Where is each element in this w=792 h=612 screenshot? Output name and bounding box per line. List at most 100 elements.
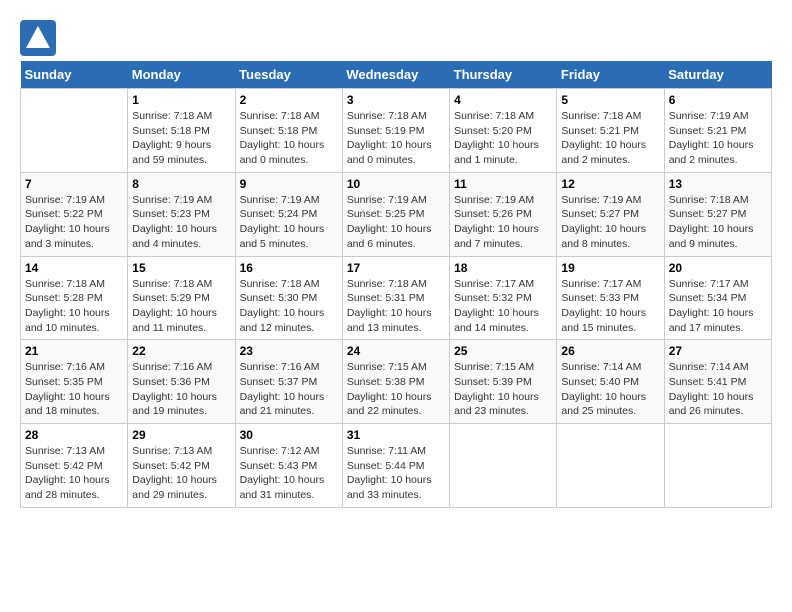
day-info: Sunrise: 7:18 AMSunset: 5:18 PMDaylight:… — [240, 109, 338, 168]
day-number: 15 — [132, 261, 230, 275]
day-info: Sunrise: 7:19 AMSunset: 5:22 PMDaylight:… — [25, 193, 123, 252]
day-info: Sunrise: 7:16 AMSunset: 5:35 PMDaylight:… — [25, 360, 123, 419]
calendar-cell — [664, 424, 771, 508]
logo-icon — [20, 20, 56, 56]
calendar-cell: 17 Sunrise: 7:18 AMSunset: 5:31 PMDaylig… — [342, 256, 449, 340]
calendar-cell: 25 Sunrise: 7:15 AMSunset: 5:39 PMDaylig… — [450, 340, 557, 424]
weekday-header-monday: Monday — [128, 61, 235, 89]
calendar-cell: 18 Sunrise: 7:17 AMSunset: 5:32 PMDaylig… — [450, 256, 557, 340]
day-number: 19 — [561, 261, 659, 275]
calendar-cell: 11 Sunrise: 7:19 AMSunset: 5:26 PMDaylig… — [450, 172, 557, 256]
day-info: Sunrise: 7:17 AMSunset: 5:34 PMDaylight:… — [669, 277, 767, 336]
day-number: 3 — [347, 93, 445, 107]
day-number: 22 — [132, 344, 230, 358]
calendar-cell: 8 Sunrise: 7:19 AMSunset: 5:23 PMDayligh… — [128, 172, 235, 256]
day-info: Sunrise: 7:16 AMSunset: 5:36 PMDaylight:… — [132, 360, 230, 419]
day-info: Sunrise: 7:19 AMSunset: 5:24 PMDaylight:… — [240, 193, 338, 252]
day-number: 10 — [347, 177, 445, 191]
day-number: 18 — [454, 261, 552, 275]
logo — [20, 20, 60, 61]
day-number: 31 — [347, 428, 445, 442]
calendar-cell: 23 Sunrise: 7:16 AMSunset: 5:37 PMDaylig… — [235, 340, 342, 424]
day-number: 26 — [561, 344, 659, 358]
day-info: Sunrise: 7:16 AMSunset: 5:37 PMDaylight:… — [240, 360, 338, 419]
calendar-cell: 12 Sunrise: 7:19 AMSunset: 5:27 PMDaylig… — [557, 172, 664, 256]
week-row-0: 1 Sunrise: 7:18 AMSunset: 5:18 PMDayligh… — [21, 89, 772, 173]
day-number: 17 — [347, 261, 445, 275]
day-info: Sunrise: 7:18 AMSunset: 5:28 PMDaylight:… — [25, 277, 123, 336]
day-info: Sunrise: 7:19 AMSunset: 5:23 PMDaylight:… — [132, 193, 230, 252]
day-number: 7 — [25, 177, 123, 191]
day-info: Sunrise: 7:19 AMSunset: 5:26 PMDaylight:… — [454, 193, 552, 252]
calendar-cell: 7 Sunrise: 7:19 AMSunset: 5:22 PMDayligh… — [21, 172, 128, 256]
day-info: Sunrise: 7:18 AMSunset: 5:30 PMDaylight:… — [240, 277, 338, 336]
calendar-cell: 13 Sunrise: 7:18 AMSunset: 5:27 PMDaylig… — [664, 172, 771, 256]
day-info: Sunrise: 7:11 AMSunset: 5:44 PMDaylight:… — [347, 444, 445, 503]
day-info: Sunrise: 7:19 AMSunset: 5:21 PMDaylight:… — [669, 109, 767, 168]
calendar-cell: 22 Sunrise: 7:16 AMSunset: 5:36 PMDaylig… — [128, 340, 235, 424]
calendar-cell: 3 Sunrise: 7:18 AMSunset: 5:19 PMDayligh… — [342, 89, 449, 173]
calendar-cell: 14 Sunrise: 7:18 AMSunset: 5:28 PMDaylig… — [21, 256, 128, 340]
day-number: 25 — [454, 344, 552, 358]
calendar: SundayMondayTuesdayWednesdayThursdayFrid… — [20, 61, 772, 508]
calendar-cell: 5 Sunrise: 7:18 AMSunset: 5:21 PMDayligh… — [557, 89, 664, 173]
day-number: 5 — [561, 93, 659, 107]
calendar-cell: 20 Sunrise: 7:17 AMSunset: 5:34 PMDaylig… — [664, 256, 771, 340]
calendar-cell: 31 Sunrise: 7:11 AMSunset: 5:44 PMDaylig… — [342, 424, 449, 508]
day-number: 4 — [454, 93, 552, 107]
day-info: Sunrise: 7:19 AMSunset: 5:25 PMDaylight:… — [347, 193, 445, 252]
day-number: 27 — [669, 344, 767, 358]
day-info: Sunrise: 7:18 AMSunset: 5:18 PMDaylight:… — [132, 109, 230, 168]
day-info: Sunrise: 7:13 AMSunset: 5:42 PMDaylight:… — [25, 444, 123, 503]
weekday-header-saturday: Saturday — [664, 61, 771, 89]
calendar-cell: 24 Sunrise: 7:15 AMSunset: 5:38 PMDaylig… — [342, 340, 449, 424]
day-number: 28 — [25, 428, 123, 442]
day-info: Sunrise: 7:12 AMSunset: 5:43 PMDaylight:… — [240, 444, 338, 503]
day-info: Sunrise: 7:13 AMSunset: 5:42 PMDaylight:… — [132, 444, 230, 503]
calendar-cell: 27 Sunrise: 7:14 AMSunset: 5:41 PMDaylig… — [664, 340, 771, 424]
calendar-cell: 15 Sunrise: 7:18 AMSunset: 5:29 PMDaylig… — [128, 256, 235, 340]
calendar-cell: 10 Sunrise: 7:19 AMSunset: 5:25 PMDaylig… — [342, 172, 449, 256]
weekday-header-friday: Friday — [557, 61, 664, 89]
weekday-header-wednesday: Wednesday — [342, 61, 449, 89]
calendar-cell: 30 Sunrise: 7:12 AMSunset: 5:43 PMDaylig… — [235, 424, 342, 508]
day-number: 13 — [669, 177, 767, 191]
day-info: Sunrise: 7:18 AMSunset: 5:21 PMDaylight:… — [561, 109, 659, 168]
day-info: Sunrise: 7:15 AMSunset: 5:38 PMDaylight:… — [347, 360, 445, 419]
day-number: 30 — [240, 428, 338, 442]
day-number: 9 — [240, 177, 338, 191]
day-number: 14 — [25, 261, 123, 275]
week-row-2: 14 Sunrise: 7:18 AMSunset: 5:28 PMDaylig… — [21, 256, 772, 340]
calendar-cell: 21 Sunrise: 7:16 AMSunset: 5:35 PMDaylig… — [21, 340, 128, 424]
week-row-3: 21 Sunrise: 7:16 AMSunset: 5:35 PMDaylig… — [21, 340, 772, 424]
day-info: Sunrise: 7:19 AMSunset: 5:27 PMDaylight:… — [561, 193, 659, 252]
day-info: Sunrise: 7:14 AMSunset: 5:41 PMDaylight:… — [669, 360, 767, 419]
calendar-cell: 6 Sunrise: 7:19 AMSunset: 5:21 PMDayligh… — [664, 89, 771, 173]
day-info: Sunrise: 7:17 AMSunset: 5:33 PMDaylight:… — [561, 277, 659, 336]
day-number: 8 — [132, 177, 230, 191]
day-info: Sunrise: 7:18 AMSunset: 5:31 PMDaylight:… — [347, 277, 445, 336]
day-number: 2 — [240, 93, 338, 107]
calendar-cell: 28 Sunrise: 7:13 AMSunset: 5:42 PMDaylig… — [21, 424, 128, 508]
calendar-cell: 26 Sunrise: 7:14 AMSunset: 5:40 PMDaylig… — [557, 340, 664, 424]
day-number: 6 — [669, 93, 767, 107]
day-number: 1 — [132, 93, 230, 107]
calendar-cell — [21, 89, 128, 173]
week-row-1: 7 Sunrise: 7:19 AMSunset: 5:22 PMDayligh… — [21, 172, 772, 256]
calendar-cell — [557, 424, 664, 508]
calendar-cell: 1 Sunrise: 7:18 AMSunset: 5:18 PMDayligh… — [128, 89, 235, 173]
day-number: 23 — [240, 344, 338, 358]
weekday-header-thursday: Thursday — [450, 61, 557, 89]
day-number: 29 — [132, 428, 230, 442]
weekday-header-row: SundayMondayTuesdayWednesdayThursdayFrid… — [21, 61, 772, 89]
calendar-cell — [450, 424, 557, 508]
day-info: Sunrise: 7:17 AMSunset: 5:32 PMDaylight:… — [454, 277, 552, 336]
day-info: Sunrise: 7:18 AMSunset: 5:27 PMDaylight:… — [669, 193, 767, 252]
day-info: Sunrise: 7:18 AMSunset: 5:29 PMDaylight:… — [132, 277, 230, 336]
day-number: 24 — [347, 344, 445, 358]
day-info: Sunrise: 7:14 AMSunset: 5:40 PMDaylight:… — [561, 360, 659, 419]
day-info: Sunrise: 7:18 AMSunset: 5:20 PMDaylight:… — [454, 109, 552, 168]
calendar-cell: 19 Sunrise: 7:17 AMSunset: 5:33 PMDaylig… — [557, 256, 664, 340]
calendar-cell: 16 Sunrise: 7:18 AMSunset: 5:30 PMDaylig… — [235, 256, 342, 340]
day-number: 20 — [669, 261, 767, 275]
